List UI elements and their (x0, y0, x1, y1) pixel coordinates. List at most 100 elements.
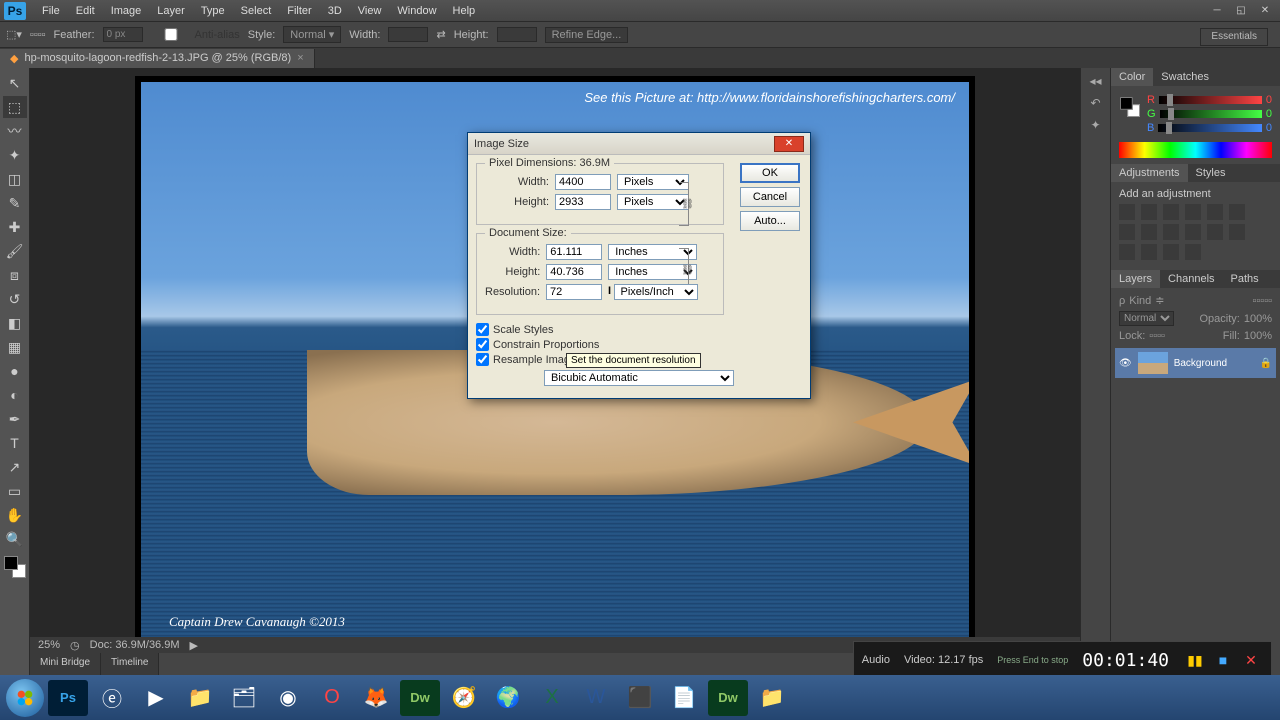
color-spectrum[interactable] (1119, 142, 1272, 158)
taskbar-word-icon[interactable]: W (576, 680, 616, 716)
width-label: Width: (349, 29, 380, 41)
pause-button[interactable]: ▮▮ (1183, 648, 1207, 672)
width-input[interactable] (388, 27, 428, 42)
properties-icon[interactable]: ✦ (1090, 118, 1100, 132)
doc-height-input[interactable] (546, 264, 602, 280)
height-input[interactable] (497, 27, 537, 42)
dialog-close-button[interactable]: ✕ (774, 136, 804, 152)
menu-filter[interactable]: Filter (279, 5, 319, 17)
menu-layer[interactable]: Layer (149, 5, 193, 17)
pixel-width-input[interactable] (555, 174, 611, 190)
menu-select[interactable]: Select (233, 5, 280, 17)
auto-button[interactable]: Auto... (740, 211, 800, 231)
workspace-switcher[interactable]: Essentials (1200, 28, 1268, 46)
resolution-unit[interactable]: Pixels/Inch (614, 284, 698, 300)
screen-recorder-bar: Audio Video: 12.17 fps Press End to stop… (853, 641, 1272, 679)
taskbar-app-icon[interactable]: 🧭 (444, 680, 484, 716)
ok-button[interactable]: OK (740, 163, 800, 183)
menu-help[interactable]: Help (445, 5, 484, 17)
move-tool-icon[interactable]: ↖ (3, 72, 27, 94)
stop-button[interactable]: ■ (1211, 648, 1235, 672)
layer-row[interactable]: 👁 Background 🔒 (1115, 348, 1276, 378)
link-icon[interactable] (679, 182, 689, 226)
taskbar-explorer-icon[interactable]: 📁 (180, 680, 220, 716)
taskbar-excel-icon[interactable]: X (532, 680, 572, 716)
gradient-tool-icon[interactable]: ▦ (3, 336, 27, 358)
tab-color[interactable]: Color (1111, 68, 1153, 86)
scale-styles-checkbox[interactable] (476, 323, 489, 336)
maximize-button[interactable]: ◱ (1230, 3, 1252, 19)
menu-type[interactable]: Type (193, 5, 233, 17)
tab-swatches[interactable]: Swatches (1153, 68, 1217, 86)
taskbar-ie-icon[interactable]: ⓔ (92, 680, 132, 716)
taskbar-chrome-icon[interactable]: ◉ (268, 680, 308, 716)
tab-channels[interactable]: Channels (1160, 270, 1222, 288)
style-select[interactable]: Normal ▾ (283, 26, 341, 43)
menu-file[interactable]: File (34, 5, 68, 17)
zoom-tool-icon[interactable]: 🔍 (3, 528, 27, 550)
crop-tool-icon[interactable]: ◫ (3, 168, 27, 190)
tab-layers[interactable]: Layers (1111, 270, 1160, 288)
taskbar-dreamweaver-icon[interactable]: Dw (708, 680, 748, 716)
hand-tool-icon[interactable]: ✋ (3, 504, 27, 526)
taskbar-firefox-icon[interactable]: 🦊 (356, 680, 396, 716)
document-tab[interactable]: ◆ hp-mosquito-lagoon-redfish-2-13.JPG @ … (0, 49, 315, 68)
menu-view[interactable]: View (350, 5, 390, 17)
doc-width-input[interactable] (546, 244, 602, 260)
cancel-record-button[interactable]: ✕ (1239, 648, 1263, 672)
resample-checkbox[interactable] (476, 353, 489, 366)
shape-tool-icon[interactable]: ▭ (3, 480, 27, 502)
taskbar-app-icon[interactable]: 📄 (664, 680, 704, 716)
cancel-button[interactable]: Cancel (740, 187, 800, 207)
taskbar-opera-icon[interactable]: O (312, 680, 352, 716)
tab-paths[interactable]: Paths (1223, 270, 1267, 288)
eraser-tool-icon[interactable]: ◧ (3, 312, 27, 334)
taskbar-app-icon[interactable]: ⬛ (620, 680, 660, 716)
close-tab-icon[interactable]: × (297, 52, 303, 64)
tab-timeline[interactable]: Timeline (101, 653, 159, 675)
taskbar-dreamweaver-icon[interactable]: Dw (400, 680, 440, 716)
tab-adjustments[interactable]: Adjustments (1111, 164, 1188, 182)
start-button[interactable] (6, 679, 44, 717)
taskbar-app-icon[interactable]: 🗂 (224, 680, 264, 716)
menu-window[interactable]: Window (389, 5, 444, 17)
tab-mini-bridge[interactable]: Mini Bridge (30, 653, 101, 675)
history-brush-tool-icon[interactable]: ↺ (3, 288, 27, 310)
tab-styles[interactable]: Styles (1188, 164, 1234, 182)
wand-tool-icon[interactable]: ✦ (3, 144, 27, 166)
menu-image[interactable]: Image (103, 5, 150, 17)
eyedropper-tool-icon[interactable]: ✎ (3, 192, 27, 214)
type-tool-icon[interactable]: T (3, 432, 27, 454)
taskbar-photoshop-icon[interactable]: Ps (48, 680, 88, 716)
healing-tool-icon[interactable]: ✚ (3, 216, 27, 238)
history-icon[interactable]: ↶ (1090, 96, 1100, 110)
pixel-height-input[interactable] (555, 194, 611, 210)
refine-edge-button[interactable]: Refine Edge... (545, 27, 629, 43)
close-button[interactable]: ✕ (1254, 3, 1276, 19)
constrain-proportions-checkbox[interactable] (476, 338, 489, 351)
visibility-icon[interactable]: 👁 (1119, 358, 1132, 369)
menu-edit[interactable]: Edit (68, 5, 103, 17)
color-swatches[interactable] (4, 556, 26, 578)
marquee-tool-icon[interactable]: ⬚▾ (6, 28, 22, 41)
taskbar-wmp-icon[interactable]: ▶ (136, 680, 176, 716)
blur-tool-icon[interactable]: ● (3, 360, 27, 382)
dodge-tool-icon[interactable]: ◐ (3, 384, 27, 406)
brush-tool-icon[interactable]: 🖌 (3, 240, 27, 262)
taskbar-app-icon[interactable]: 📁 (752, 680, 792, 716)
lasso-tool-icon[interactable]: 〰 (3, 120, 27, 142)
path-tool-icon[interactable]: ↗ (3, 456, 27, 478)
resolution-input[interactable] (546, 284, 602, 300)
resample-method-select[interactable]: Bicubic Automatic (544, 370, 734, 386)
blend-mode-select[interactable]: Normal (1119, 311, 1174, 326)
feather-input[interactable] (103, 27, 143, 42)
marquee-tool-icon[interactable]: ⬚ (3, 96, 27, 118)
taskbar-earth-icon[interactable]: 🌍 (488, 680, 528, 716)
stamp-tool-icon[interactable]: ⧈ (3, 264, 27, 286)
zoom-level[interactable]: 25% (38, 639, 60, 651)
dialog-titlebar[interactable]: Image Size ✕ (468, 133, 810, 155)
antialias-checkbox[interactable]: Anti-alias (151, 28, 240, 41)
pen-tool-icon[interactable]: ✒ (3, 408, 27, 430)
minimize-button[interactable]: ─ (1206, 3, 1228, 19)
menu-3d[interactable]: 3D (320, 5, 350, 17)
